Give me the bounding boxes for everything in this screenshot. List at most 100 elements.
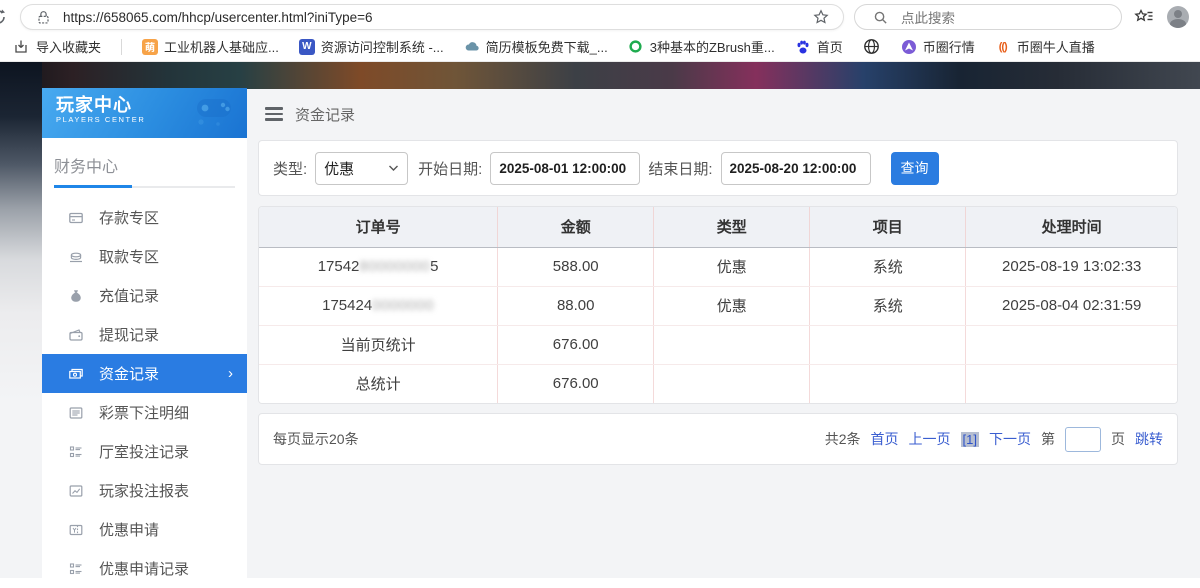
browser-toolbar: https://658065.com/hhcp/usercenter.html?… [0,0,1200,32]
globe-icon [863,35,881,59]
lock-icon[interactable] [31,5,55,29]
bookmark-item[interactable]: 萌 工业机器人基础应... [142,37,279,56]
sidebar-item-label: 充值记录 [99,285,159,306]
sidebar-item-label: 取款专区 [99,246,159,267]
wallet-icon [68,327,84,343]
amount-cell: 588.00 [498,247,654,286]
sidebar-item-label: 优惠申请记录 [99,558,189,579]
bookmark-item[interactable]: 简历模板免费下载_... [464,37,608,56]
sidebar-item-player-bet-report[interactable]: 玩家投注报表 [42,471,247,510]
sidebar-item-recharge-records[interactable]: 充值记录 [42,276,247,315]
baidu-paw-icon [795,39,811,55]
list-boxes-icon [68,561,84,577]
bookmark-label: 首页 [817,37,843,56]
table-row: 17542800000005 588.00 优惠 系统 2025-08-19 1… [259,247,1177,286]
empty-cell [654,325,810,364]
sidebar-item-label: 提现记录 [99,324,159,345]
reload-icon[interactable] [0,8,10,26]
bookmark-label: 资源访问控制系统 -... [321,37,444,56]
empty-cell [966,364,1177,403]
search-placeholder: 点此搜索 [901,7,955,27]
sidebar-item-hall-bet-records[interactable]: 厅室投注记录 [42,432,247,471]
sidebar-item-fund-records[interactable]: 资金记录 › [42,354,247,393]
sidebar-item-label: 彩票下注明细 [99,402,189,423]
sidebar-item-label: 存款专区 [99,207,159,228]
sidebar-item-deposit-zone[interactable]: 存款专区 [42,198,247,237]
hamburger-menu-icon[interactable] [265,107,283,121]
prev-page-link[interactable]: 上一页 [909,429,951,449]
chart-report-icon [68,483,84,499]
per-page-info: 每页显示20条 [273,429,359,449]
finance-center-heading: 财务中心 [42,138,247,186]
fund-records-table: 订单号 金额 类型 项目 处理时间 17542800000005 588.00 … [259,207,1177,403]
sidebar-item-promo-apply-records[interactable]: 优惠申请记录 [42,549,247,588]
query-button[interactable]: 查询 [891,152,939,185]
players-center-header: 玩家中心 PLAYERS CENTER [42,88,247,138]
page-suffix-label: 页 [1111,429,1125,449]
page-background: 玩家中心 PLAYERS CENTER 财务中心 存款专区 取款专区 [0,62,1200,578]
bookmark-label: 简历模板免费下载_... [486,37,608,56]
start-date-input[interactable] [490,152,640,185]
first-page-link[interactable]: 首页 [871,429,899,449]
sidebar-item-promo-apply[interactable]: 优惠申请 [42,510,247,549]
order-prefix: 175424 [322,297,372,314]
hand-coins-icon [68,249,84,265]
order-suffix: 5 [430,258,438,275]
bookmark-item[interactable]: 币圈行情 [901,37,975,56]
pagination-controls: 共2条 首页 上一页 [1] 下一页 第 页 跳转 [825,427,1163,452]
start-date-label: 开始日期: [418,158,482,179]
jump-link[interactable]: 跳转 [1135,429,1163,449]
blue-doc-icon: W [299,39,315,55]
table-stats-row: 当前页统计 676.00 [259,325,1177,364]
sidebar-menu: 存款专区 取款专区 充值记录 提现记录 [42,198,247,588]
sidebar-item-withdraw-zone[interactable]: 取款专区 [42,237,247,276]
browser-chrome: https://658065.com/hhcp/usercenter.html?… [0,0,1200,62]
chevron-down-icon [388,164,399,172]
table-row: 1754240000000 88.00 优惠 系统 2025-08-04 02:… [259,286,1177,325]
bookmarks-list-icon[interactable] [1132,5,1156,29]
next-page-link[interactable]: 下一页 [989,429,1031,449]
bookmark-item[interactable]: W 资源访问控制系统 -... [299,37,444,56]
bookmark-item[interactable]: 3种基本的ZBrush重... [628,37,775,56]
bookmark-label: 3种基本的ZBrush重... [650,37,775,56]
bookmark-label: 导入收藏夹 [36,37,101,56]
end-date-input[interactable] [721,152,871,185]
main-content: 资金记录 类型: 优惠 开始日期: 结束日期: 查询 订单号 金额 类型 [247,88,1200,578]
table-header-row: 订单号 金额 类型 项目 处理时间 [259,207,1177,247]
orange-site-icon: 萌 [142,39,158,55]
search-bar[interactable]: 点此搜索 [854,4,1122,30]
empty-cell [810,364,966,403]
bookmark-star-icon[interactable] [809,5,833,29]
money-bag-icon [68,288,84,304]
sidebar-item-lottery-bet-details[interactable]: 彩票下注明细 [42,393,247,432]
end-date-label: 结束日期: [648,158,712,179]
url-bar[interactable]: https://658065.com/hhcp/usercenter.html?… [20,4,844,30]
filter-panel: 类型: 优惠 开始日期: 结束日期: 查询 [258,140,1178,196]
stats-amount-cell: 676.00 [498,364,654,403]
column-header-process-time: 处理时间 [966,207,1177,247]
bookmark-label: 工业机器人基础应... [164,37,279,56]
type-label: 类型: [273,158,307,179]
page-title-bar: 资金记录 [247,88,1200,140]
total-count: 共2条 [825,429,861,449]
fund-records-table-panel: 订单号 金额 类型 项目 处理时间 17542800000005 588.00 … [258,206,1178,404]
type-cell: 优惠 [654,286,810,325]
account-avatar[interactable] [1166,5,1190,29]
banknotes-icon [68,366,84,382]
page-number-input[interactable] [1065,427,1101,452]
search-icon [868,5,892,29]
green-ring-icon [628,39,644,55]
bookmark-item[interactable]: 首页 [795,37,843,56]
globe-bookmark[interactable] [863,35,881,59]
sidebar: 玩家中心 PLAYERS CENTER 财务中心 存款专区 取款专区 [42,88,247,578]
column-header-type: 类型 [654,207,810,247]
amount-cell: 88.00 [498,286,654,325]
bookmark-import[interactable]: 导入收藏夹 [12,35,101,59]
sidebar-item-withdraw-records[interactable]: 提现记录 [42,315,247,354]
type-select[interactable]: 优惠 [315,152,408,185]
url-text[interactable]: https://658065.com/hhcp/usercenter.html?… [63,10,801,25]
import-bookmarks-icon [12,35,30,59]
sidebar-item-label: 优惠申请 [99,519,159,540]
bookmarks-bar: 导入收藏夹 萌 工业机器人基础应... W 资源访问控制系统 -... 简历模板… [0,32,1200,62]
bookmark-item[interactable]: (() 币圈牛人直播 [995,37,1095,56]
